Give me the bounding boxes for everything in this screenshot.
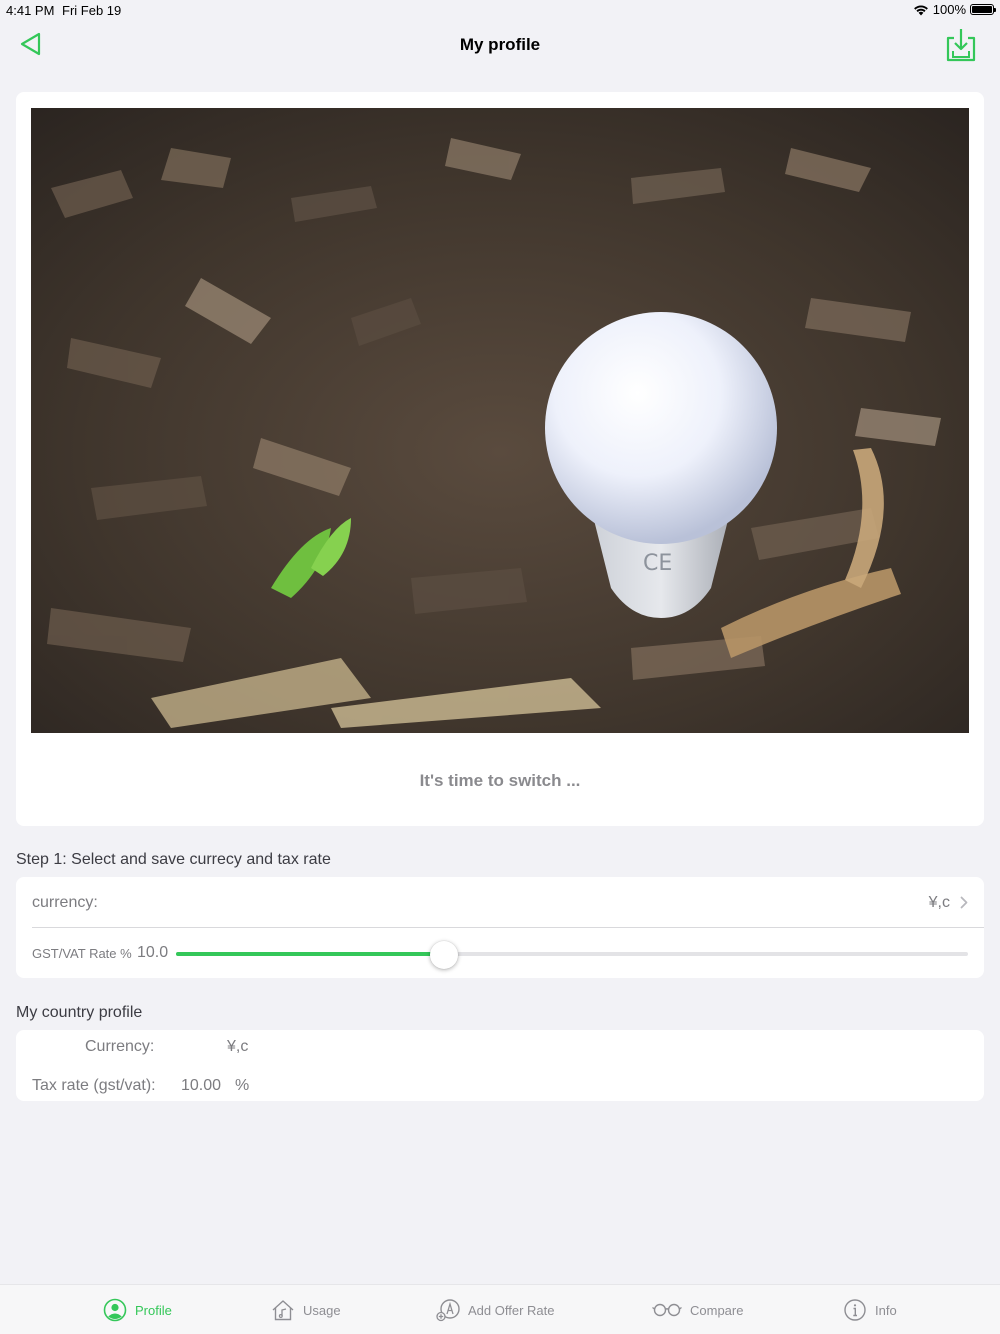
- page-title: My profile: [459, 35, 541, 54]
- tab-compare[interactable]: Compare: [652, 1285, 743, 1334]
- tab-info[interactable]: Info: [843, 1285, 897, 1334]
- tab-label: Usage: [303, 1302, 341, 1318]
- wifi-icon: [913, 4, 928, 15]
- status-bar: 4:41 PM Fri Feb 19 100%: [0, 0, 1000, 20]
- slider-fill: [176, 952, 444, 956]
- profile-currency-value: ¥,c: [227, 1038, 249, 1055]
- tab-label: Info: [875, 1302, 897, 1318]
- currency-value: ¥,c: [928, 894, 950, 911]
- chevron-right-icon: [960, 896, 968, 909]
- slider-thumb[interactable]: [430, 941, 458, 969]
- svg-text:CE: CE: [643, 551, 672, 576]
- battery-icon: [970, 4, 996, 15]
- navigation-bar: My profile: [0, 20, 1000, 68]
- tab-label: Compare: [690, 1302, 744, 1318]
- person-circle-icon: [103, 1298, 127, 1322]
- currency-label: currency:: [32, 894, 98, 911]
- currency-selector-row[interactable]: currency: ¥,c: [16, 877, 984, 927]
- profile-tax-unit: %: [235, 1077, 250, 1094]
- country-profile-card: Currency: ¥,c Tax rate (gst/vat): 10.00 …: [16, 1030, 984, 1101]
- light-bulb-photo: CE: [31, 108, 969, 733]
- tab-bar: Profile Usage Add Offer Rate Compare Inf…: [0, 1284, 1000, 1334]
- status-date: Fri Feb 19: [62, 3, 122, 18]
- info-circle-icon: [844, 1299, 866, 1321]
- add-offer-icon: [436, 1299, 460, 1322]
- profile-currency-label: Currency:: [85, 1038, 155, 1055]
- download-tray-icon[interactable]: [944, 27, 978, 63]
- hero-caption: It's time to switch ...: [419, 771, 581, 790]
- glasses-icon: [652, 1303, 682, 1317]
- hero-photo: CE: [31, 108, 969, 733]
- status-time: 4:41 PM: [6, 3, 55, 18]
- tax-rate-slider[interactable]: [176, 941, 968, 969]
- rate-label: GST/VAT Rate %: [32, 946, 132, 961]
- hero-card: CE It's time to switch ...: [16, 92, 984, 826]
- battery-percent: 100%: [932, 2, 966, 17]
- country-profile-title: My country profile: [16, 1004, 143, 1021]
- tab-add-offer-rate[interactable]: Add Offer Rate: [436, 1285, 554, 1334]
- step1-section-title: Step 1: Select and save currecy and tax …: [16, 851, 331, 868]
- step1-settings-card: currency: ¥,c GST/VAT Rate % 10.0: [16, 877, 984, 978]
- rate-value: 10.0: [137, 944, 169, 961]
- profile-tax-value: 10.00: [181, 1077, 222, 1094]
- house-icon: [272, 1300, 294, 1321]
- tab-usage[interactable]: Usage: [271, 1285, 341, 1334]
- tax-rate-row: GST/VAT Rate % 10.0: [16, 928, 984, 978]
- tab-label: Add Offer Rate: [468, 1302, 555, 1318]
- profile-tax-label: Tax rate (gst/vat):: [32, 1077, 156, 1094]
- status-indicators: 100%: [913, 2, 996, 17]
- tab-label: Profile: [135, 1302, 172, 1318]
- tab-profile[interactable]: Profile: [103, 1285, 172, 1334]
